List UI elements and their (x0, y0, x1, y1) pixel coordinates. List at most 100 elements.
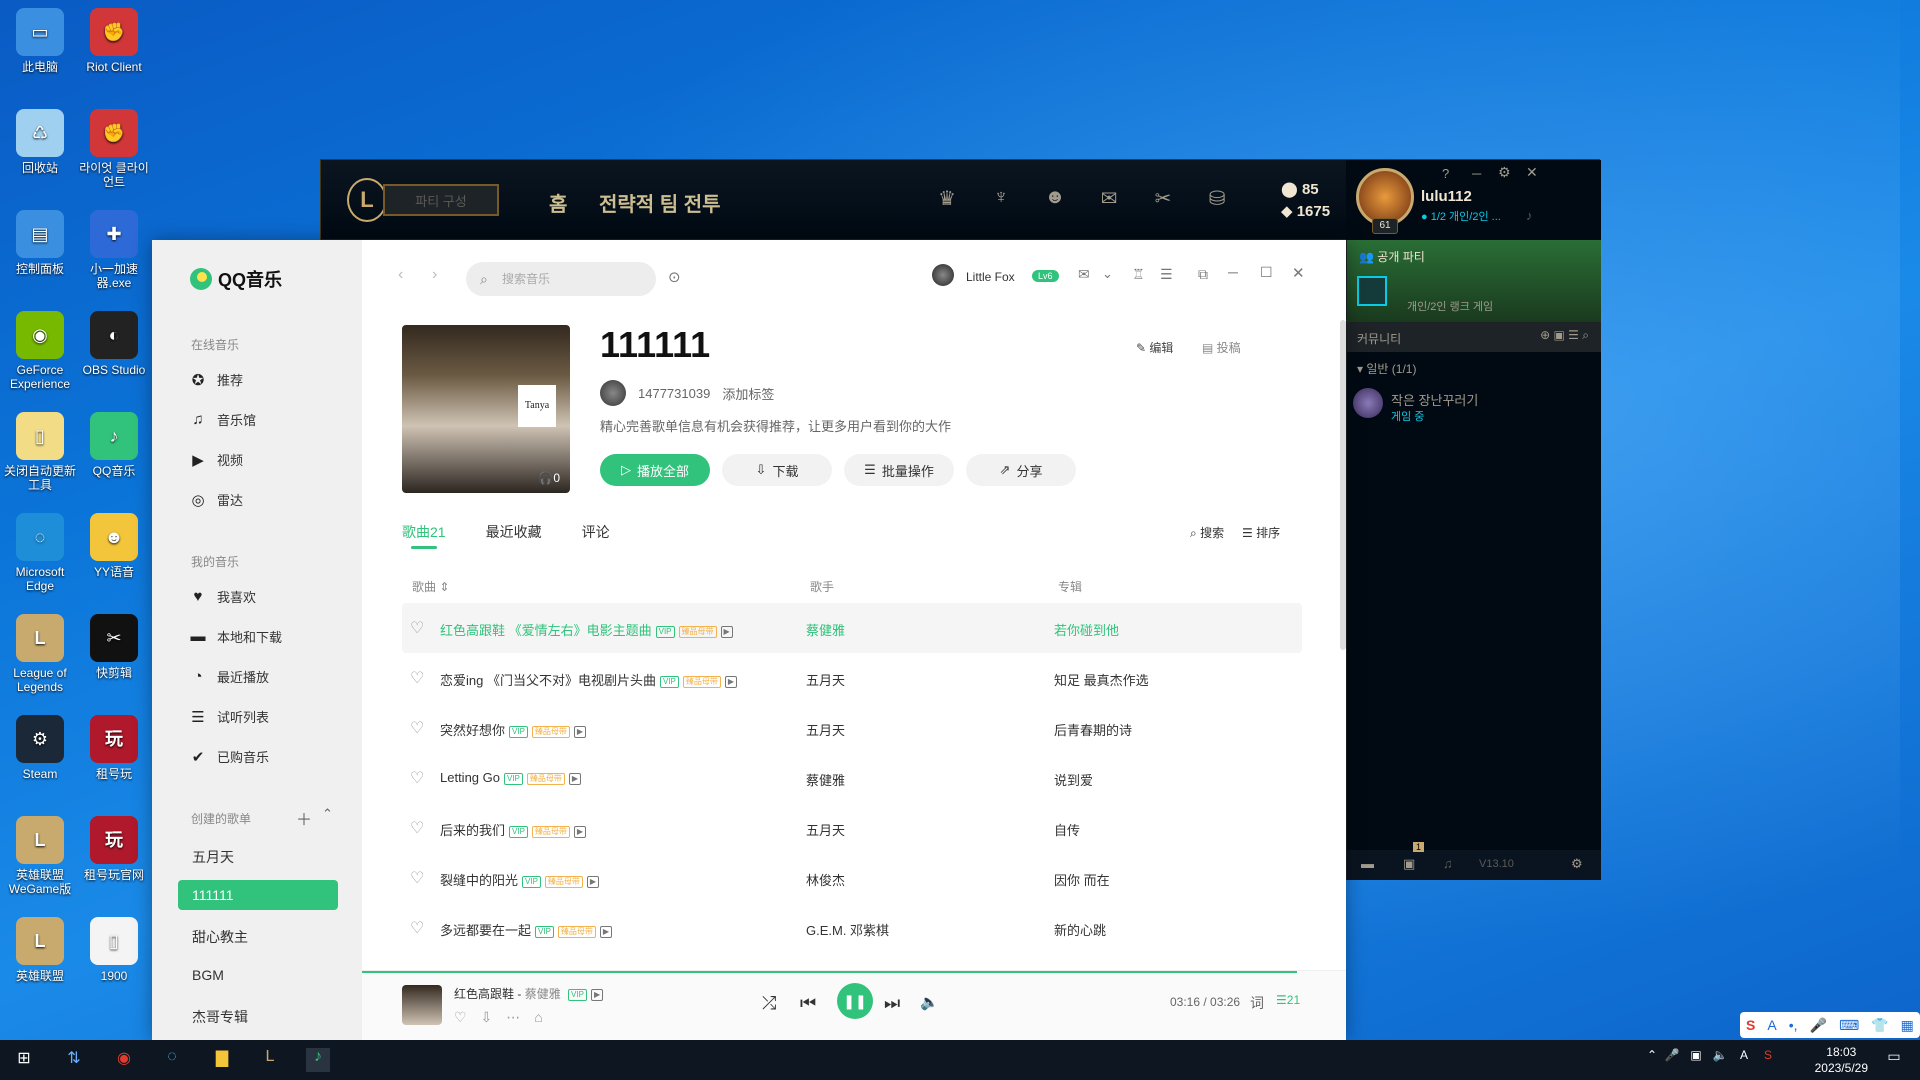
ime-mic-icon[interactable]: 🎤 (1810, 1017, 1827, 1034)
tab-recent-fav[interactable]: 最近收藏 (486, 522, 542, 542)
lol-settings-icon[interactable]: ⚙ (1498, 164, 1511, 181)
heart-icon[interactable]: ♡ (410, 618, 424, 638)
ime-grid-icon[interactable]: ▦ (1901, 1017, 1914, 1034)
song-row[interactable]: ♡ 红色高跟鞋 《爱情左右》电影主题曲 VIP 臻品母带 ▶ 蔡健雅 若你碰到他 (402, 603, 1302, 653)
desktop-icon[interactable]: ◌ Microsoft Edge (2, 513, 78, 593)
ime-punct-icon[interactable]: •, (1789, 1017, 1798, 1033)
playlist-description[interactable]: 精心完善歌单信息有机会获得推荐，让更多用户看到你的大作 (600, 416, 951, 435)
taskbar-riot-icon[interactable]: ◉ (112, 1048, 136, 1072)
minimize-button[interactable]: ─ (1228, 264, 1238, 280)
sidebar-item[interactable]: ✔ 已购音乐 (189, 747, 269, 766)
tray-network-icon[interactable]: ▣ (1684, 1048, 1708, 1072)
song-title[interactable]: 红色高跟鞋 《爱情左右》电影主题曲 VIP 臻品母带 ▶ (440, 620, 733, 639)
song-singer[interactable]: 五月天 (806, 670, 845, 689)
search-input[interactable]: ⌕ 搜索音乐 (466, 262, 656, 296)
shuffle-icon[interactable]: ⤮ (762, 993, 776, 1014)
lol-close-button[interactable]: ✕ (1526, 164, 1538, 181)
menu-icon[interactable]: ☰ (1160, 266, 1173, 283)
ime-lang[interactable]: A (1767, 1017, 1776, 1033)
song-singer[interactable]: 林俊杰 (806, 870, 845, 889)
col-song[interactable]: 歌曲 ⇕ (412, 578, 449, 595)
sidebar-item[interactable]: ♥ 我喜欢 (189, 587, 256, 606)
sogou-icon[interactable]: S (1746, 1017, 1755, 1033)
submit-button[interactable]: ▤ 投稿 (1202, 339, 1241, 356)
song-singer[interactable]: 蔡健雅 (806, 770, 845, 789)
batch-button[interactable]: ☰ 批量操作 (844, 454, 954, 486)
song-title[interactable]: 多远都要在一起 VIP 臻品母带 ▶ (440, 920, 613, 939)
song-row[interactable]: ♡ Letting Go VIP 臻品母带 ▶ 蔡健雅 说到爱 (402, 753, 1302, 803)
song-title[interactable]: 裂缝中的阳光 VIP 臻品母带 ▶ (440, 870, 600, 889)
vip-badge[interactable]: Lv6 (1032, 270, 1059, 282)
user-avatar[interactable] (932, 264, 954, 286)
share-button[interactable]: ⇗ 分享 (966, 454, 1076, 486)
lol-party-button[interactable]: 파티 구성 (383, 184, 499, 216)
start-icon[interactable]: ⊞ (12, 1048, 36, 1072)
heart-icon[interactable]: ♡ (410, 868, 424, 888)
mv-tag[interactable]: ▶ (599, 925, 613, 938)
mic-icon[interactable]: ♫ (1443, 856, 1453, 871)
lyric-button[interactable]: 词 (1250, 993, 1264, 1013)
lol-footer-settings-icon[interactable]: ⚙ (1571, 856, 1583, 872)
heart-icon[interactable]: ♡ (410, 818, 424, 838)
lol-profile-icon[interactable]: ☻ (1041, 186, 1069, 214)
volume-icon[interactable]: 🔈 (920, 993, 939, 1011)
song-title[interactable]: 突然好想你 VIP 臻品母带 ▶ (440, 720, 587, 739)
mv-tag[interactable]: ▶ (573, 825, 587, 838)
pause-button[interactable]: ❚❚ (837, 983, 873, 1019)
tray-mic-icon[interactable]: 🎤 (1660, 1048, 1684, 1072)
song-singer[interactable]: G.E.M. 邓紫棋 (806, 920, 889, 939)
ime-keyboard-icon[interactable]: ⌨ (1839, 1017, 1859, 1034)
lol-crest-icon[interactable]: ♛ (933, 186, 961, 214)
tray-input-icon[interactable]: A (1732, 1048, 1756, 1072)
heart-icon[interactable]: ♡ (410, 668, 424, 688)
desktop-icon[interactable]: ♺ 回收站 (2, 109, 78, 175)
desktop-icon[interactable]: 玩租号玩 (76, 715, 152, 781)
heart-icon[interactable]: ♡ (410, 918, 424, 938)
now-playing-title[interactable]: 红色高跟鞋 - 蔡健雅 VIP ▶ (454, 985, 604, 1002)
song-album[interactable]: 新的心跳 (1054, 920, 1106, 939)
desktop-icon[interactable]: ✊ Riot Client (76, 8, 152, 74)
taskbar-qqmusic-icon[interactable]: ♪ (306, 1048, 330, 1072)
back-icon[interactable]: ‹ (398, 266, 403, 284)
sidebar-item[interactable]: ▬ 本地和下载 (189, 627, 283, 646)
sidebar-item[interactable]: ◎ 雷达 (189, 490, 243, 509)
task-view-icon[interactable]: ⇅ (62, 1048, 86, 1072)
playlist-item[interactable]: 杰哥专辑 (192, 1007, 248, 1027)
player-actions-icon[interactable]: ♡⇩⋯⌂ (454, 1009, 557, 1026)
lol-profile[interactable]: 61 lulu112 ● 1/2 개인/2인 ... ? ─ ⚙ ✕ ♪ (1346, 160, 1601, 240)
desktop-icon[interactable]: ✊ 라이엇 클라이언트 (76, 109, 152, 189)
bell-icon[interactable]: ♪ (1526, 208, 1533, 223)
taskbar-lol-icon[interactable]: L (258, 1048, 282, 1072)
song-row[interactable]: ♡ 后来的我们 VIP 臻品母带 ▶ 五月天 自传 (402, 803, 1302, 853)
list-search-button[interactable]: ⌕ 搜索 (1190, 524, 1224, 541)
skin-icon[interactable]: ♖ (1132, 266, 1145, 283)
song-row[interactable]: ♡ 多远都要在一起 VIP 臻品母带 ▶ G.E.M. 邓紫棋 新的心跳 (402, 903, 1302, 953)
song-album[interactable]: 知足 最真杰作选 (1054, 670, 1149, 689)
lol-minimize-button[interactable]: ─ (1472, 166, 1481, 181)
listen-recognize-icon[interactable]: ⊙ (668, 268, 681, 286)
download-button[interactable]: ⇩ 下载 (722, 454, 832, 486)
lol-collection-icon[interactable]: ✂ (1149, 186, 1177, 214)
desktop-icon[interactable]: L 英雄联盟 (2, 917, 78, 983)
sidebar-item[interactable]: ✪ 推荐 (189, 370, 243, 389)
edit-button[interactable]: ✎ 编辑 (1136, 339, 1173, 356)
taskbar-explorer-icon[interactable]: ▇ (210, 1048, 234, 1072)
collapse-icon[interactable]: ⌃ (322, 806, 333, 822)
sidebar-item[interactable]: ▶ 视频 (189, 450, 243, 469)
song-title[interactable]: 后来的我们 VIP 臻品母带 ▶ (440, 820, 587, 839)
song-singer[interactable]: 五月天 (806, 720, 845, 739)
sort-button[interactable]: ☰ 排序 (1242, 524, 1280, 541)
mail-icon[interactable]: ✉ (1078, 266, 1090, 283)
mv-tag[interactable]: ▶ (720, 625, 733, 638)
desktop-icon[interactable]: ▭ 此电脑 (2, 8, 78, 74)
maximize-button[interactable]: ☐ (1260, 264, 1273, 281)
song-album[interactable]: 因你 而在 (1054, 870, 1110, 889)
desktop-icon[interactable]: ☻ YY语音 (76, 513, 152, 579)
progress-bar[interactable] (362, 971, 1297, 973)
desktop-icon[interactable]: ▤ 控制面板 (2, 210, 78, 276)
add-tag-link[interactable]: 添加标签 (722, 384, 774, 403)
song-row[interactable]: ♡ 裂缝中的阳光 VIP 臻品母带 ▶ 林俊杰 因你 而在 (402, 853, 1302, 903)
tray-volume-icon[interactable]: 🔈 (1708, 1048, 1732, 1072)
mv-tag[interactable]: ▶ (568, 772, 582, 785)
mv-tag[interactable]: ▶ (724, 675, 738, 688)
